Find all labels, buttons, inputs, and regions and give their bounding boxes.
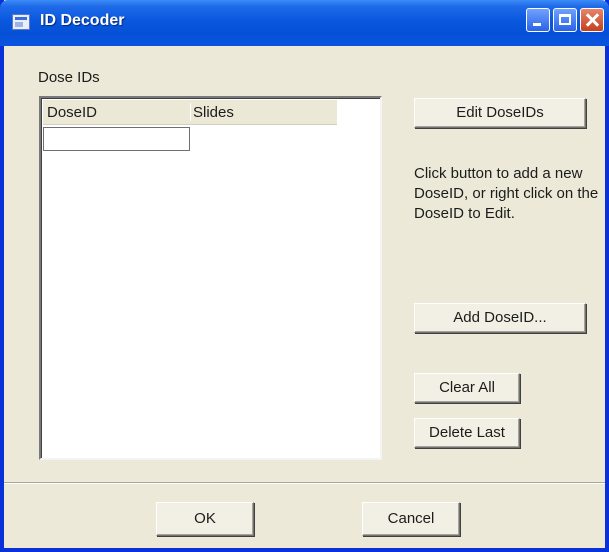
delete-last-button[interactable]: Delete Last bbox=[414, 418, 520, 448]
maximize-icon[interactable] bbox=[553, 8, 577, 32]
column-divider[interactable] bbox=[190, 103, 191, 121]
add-doseid-button[interactable]: Add DoseID... bbox=[414, 303, 586, 333]
window-title: ID Decoder bbox=[40, 12, 125, 29]
footer-separator bbox=[4, 482, 605, 484]
ok-button[interactable]: OK bbox=[156, 502, 254, 536]
minimize-icon[interactable] bbox=[526, 8, 550, 32]
column-header-slides[interactable]: Slides bbox=[193, 104, 234, 121]
dose-ids-label: Dose IDs bbox=[38, 69, 100, 86]
cancel-button[interactable]: Cancel bbox=[362, 502, 460, 536]
instructions-text: Click button to add a new DoseID, or rig… bbox=[414, 165, 599, 222]
dose-id-list[interactable]: DoseID Slides bbox=[39, 96, 382, 460]
edit-doseids-button[interactable]: Edit DoseIDs bbox=[414, 98, 586, 128]
id-decoder-dialog: ID Decoder Dose IDs DoseID Slides Edit D… bbox=[0, 0, 609, 552]
list-header: DoseID Slides bbox=[43, 100, 337, 125]
title-bar[interactable]: ID Decoder bbox=[0, 0, 609, 46]
close-icon[interactable] bbox=[580, 8, 604, 32]
app-window-icon bbox=[12, 14, 30, 30]
clear-all-button[interactable]: Clear All bbox=[414, 373, 520, 403]
doseid-edit-cell[interactable] bbox=[43, 127, 190, 151]
column-header-doseid[interactable]: DoseID bbox=[47, 104, 97, 121]
